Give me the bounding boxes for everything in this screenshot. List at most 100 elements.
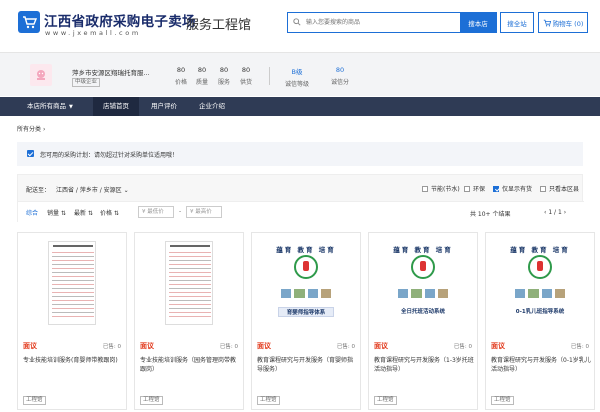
product-sold: 已售: 0 [219, 344, 238, 350]
product-type-tag: 工程馆 [491, 396, 514, 405]
nav-all-goods[interactable]: 本店所有商品 ▼ [27, 97, 73, 116]
sort-price[interactable]: 价格 ⇅ [100, 208, 119, 217]
product-name[interactable]: 专业技能培训服务(育婴师带教跟岗) [23, 356, 123, 365]
search-input[interactable] [306, 16, 446, 29]
notice-checkbox[interactable] [27, 150, 34, 157]
product-type-tag: 工程馆 [374, 396, 397, 405]
breadcrumb[interactable]: 所有分类 › [17, 124, 45, 133]
store-avatar[interactable] [30, 64, 52, 86]
store-logo-icon [37, 70, 45, 80]
result-count: 共 10+ 个结果 [470, 211, 511, 218]
nav-company-intro[interactable]: 企业介绍 [199, 97, 225, 116]
emblem-icon [528, 255, 552, 279]
poster-thumbnail: 蕴育 教育 培育 全日托班活动系统 [393, 246, 453, 315]
product-card[interactable]: 面议 已售: 0 专业技能培训服务（园务管理岗带教跟岗） 工程馆 [134, 232, 244, 410]
stat-service: 80 服务 [217, 66, 230, 86]
search-all-button[interactable]: 搜全站 [500, 12, 534, 33]
store-info-bar: 萍乡市安源区翔瑞托育服... 中级企业 80 价格 80 质量 80 服务 80 供货 … [0, 52, 600, 96]
product-name[interactable]: 教育课程研究与开发服务（育婴师指导服务） [257, 356, 357, 374]
product-card[interactable]: 蕴育 教育 培育 育婴师指导体系 面议 已售: 0 教育课程研究与开发服务（育婴… [251, 232, 361, 410]
sort-default[interactable]: 综合 [26, 208, 38, 217]
cart-label: 购物车 (0) [552, 19, 584, 28]
product-card[interactable]: 蕴育 教育 培育 全日托班活动系统 面议 已售: 0 教育课程研究与开发服务（1… [368, 232, 478, 410]
product-name[interactable]: 专业技能培训服务（园务管理岗带教跟岗） [140, 356, 240, 374]
nav-store-home[interactable]: 店铺首页 [93, 97, 139, 116]
store-nav: 本店所有商品 ▼ 店铺首页 用户评价 企业介绍 [0, 97, 600, 116]
stat-credit-score: 80 诚信分 [330, 66, 349, 86]
product-sold: 已售: 0 [336, 344, 355, 350]
next-page-icon[interactable]: › [564, 209, 566, 216]
search-store-button[interactable]: 搜本店 [460, 13, 496, 32]
stat-quality: 80 质量 [195, 66, 208, 86]
search-icon [293, 18, 301, 26]
product-sold: 已售: 0 [570, 344, 589, 350]
product-type-tag: 工程馆 [140, 396, 163, 405]
filter-in-stock[interactable]: 仅显示有货 [493, 184, 532, 193]
store-name[interactable]: 萍乡市安源区翔瑞托育服... [72, 67, 150, 77]
hall-title: 服务工程馆 [186, 18, 252, 33]
sort-bar: 综合 销量 ⇅ 最新 ⇅ 价格 ⇅ ¥ 最低价 - ¥ 最高价 共 10+ 个结… [18, 201, 584, 223]
search-bar: 搜本店 [287, 12, 497, 33]
ship-to-label: 配送至： [26, 187, 51, 194]
sort-arrow-icon: ⇅ [87, 210, 93, 217]
site-url: www.jxemall.com [45, 29, 141, 37]
cart-icon [543, 19, 551, 26]
price-min-input[interactable]: ¥ 最低价 [138, 206, 174, 218]
checkbox-checked[interactable] [493, 185, 499, 192]
emblem-icon [294, 255, 318, 279]
product-price: 面议 [374, 342, 388, 350]
poster-thumbnail: 蕴育 教育 培育 0-1乳儿班指导系统 [510, 246, 570, 315]
filter-panel: 配送至： 江西省 / 萍乡市 / 安源区 ⌄ 节能(节水) 环保 仅显示有货 只… [17, 174, 584, 223]
nav-user-reviews[interactable]: 用户评价 [151, 97, 177, 116]
store-level-badge: 中级企业 [72, 78, 101, 87]
product-price: 面议 [23, 342, 37, 350]
document-thumbnail [165, 241, 213, 325]
product-price: 面议 [257, 342, 271, 350]
sort-newest[interactable]: 最新 ⇅ [74, 208, 93, 217]
checkbox[interactable] [422, 185, 428, 192]
product-image[interactable]: 蕴育 教育 培育 0-1乳儿班指导系统 [486, 233, 594, 333]
prev-page-icon[interactable]: ‹ [544, 209, 546, 216]
cart-button[interactable]: 购物车 (0) [538, 12, 588, 33]
price-range-dash: - [179, 208, 182, 215]
emblem-icon [411, 255, 435, 279]
filter-energy-saving[interactable]: 节能(节水) [422, 184, 460, 193]
product-name[interactable]: 教育课程研究与开发服务（1-3岁托班活动指导） [374, 356, 474, 374]
product-image[interactable]: 蕴育 教育 培育 全日托班活动系统 [369, 233, 477, 333]
chevron-right-icon: › [42, 126, 46, 133]
product-image[interactable] [135, 233, 243, 333]
filter-local-district[interactable]: 只看本区县 [540, 184, 579, 193]
stats-divider [269, 67, 270, 85]
notice-text: 您可用的采购计划：请勿超过针对采购单位适用哦！ [40, 152, 179, 159]
pagination: ‹ 1 / 1 › [544, 209, 567, 216]
product-type-tag: 工程馆 [23, 396, 46, 405]
checkbox[interactable] [540, 185, 546, 192]
product-sold: 已售: 0 [102, 344, 121, 350]
product-price: 面议 [140, 342, 154, 350]
checkbox[interactable] [464, 185, 470, 192]
document-thumbnail [48, 241, 96, 325]
sort-sales[interactable]: 销量 ⇅ [47, 208, 66, 217]
site-logo[interactable] [18, 11, 40, 33]
site-title[interactable]: 江西省政府采购电子卖场 [44, 10, 196, 30]
product-name[interactable]: 教育课程研究与开发服务（0-1岁乳儿活动指导） [491, 356, 591, 374]
sort-arrow-icon: ⇅ [113, 210, 119, 217]
price-max-input[interactable]: ¥ 最高价 [186, 206, 222, 218]
sort-arrow-icon: ⇅ [60, 210, 66, 217]
product-sold: 已售: 0 [453, 344, 472, 350]
poster-thumbnail: 蕴育 教育 培育 育婴师指导体系 [276, 246, 336, 317]
product-card[interactable]: 面议 已售: 0 专业技能培训服务(育婴师带教跟岗) 工程馆 [17, 232, 127, 410]
chevron-down-icon: ▼ [69, 104, 73, 110]
product-card[interactable]: 蕴育 教育 培育 0-1乳儿班指导系统 面议 已售: 0 教育课程研究与开发服务… [485, 232, 595, 410]
chevron-down-icon: ⌄ [123, 187, 129, 194]
product-type-tag: 工程馆 [257, 396, 280, 405]
filter-eco[interactable]: 环保 [464, 184, 485, 193]
cart-logo-icon [23, 16, 37, 29]
site-header: 江西省政府采购电子卖场 www.jxemall.com 服务工程馆 搜本店 搜全… [0, 0, 600, 52]
stat-supply: 80 供货 [239, 66, 252, 86]
ship-region-select[interactable]: 江西省 / 萍乡市 / 安源区 ⌄ [56, 185, 129, 194]
product-price: 面议 [491, 342, 505, 350]
product-image[interactable] [18, 233, 126, 333]
procurement-notice: 您可用的采购计划：请勿超过针对采购单位适用哦！ [17, 142, 583, 166]
product-image[interactable]: 蕴育 教育 培育 育婴师指导体系 [252, 233, 360, 333]
